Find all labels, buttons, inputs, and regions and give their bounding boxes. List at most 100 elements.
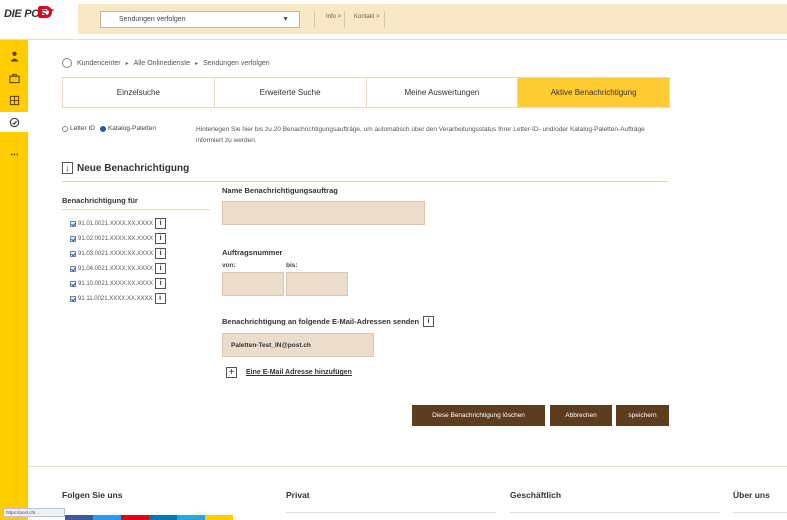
xing-icon[interactable]: [177, 515, 205, 520]
checkbox[interactable]: [70, 280, 76, 287]
post-logo[interactable]: DIE POST: [4, 6, 56, 34]
checkbox[interactable]: [70, 295, 76, 302]
new-notification-header[interactable]: ↓ Neue Benachrichtigung: [62, 160, 668, 182]
tab-bar: Einzelsuche Erweiterte Suche Meine Auswe…: [62, 77, 670, 108]
plus-icon[interactable]: +: [226, 367, 237, 378]
sidebar-item-tools[interactable]: [0, 90, 28, 110]
order-number-label: Auftragsnummer: [222, 248, 283, 257]
arrow-down-icon: ↓: [62, 162, 73, 174]
post-icon[interactable]: [205, 515, 233, 520]
save-button[interactable]: speichern: [616, 405, 669, 426]
checkbox[interactable]: [70, 235, 76, 242]
service-select[interactable]: Sendungen verfolgen ▼: [100, 11, 300, 28]
tab-meine-auswertungen[interactable]: Meine Auswertungen: [366, 78, 519, 107]
list-item: 91.11.0021.XXXX.XX.XXXX i: [70, 291, 166, 306]
social-color-bars: [65, 515, 233, 520]
info-icon[interactable]: i: [155, 218, 167, 229]
info-icon[interactable]: i: [155, 263, 167, 274]
tab-aktive-benachrichtigung[interactable]: Aktive Benachrichtigung: [518, 78, 669, 107]
breadcrumb-item-onlinedienste[interactable]: Alle Onlinedienste: [134, 60, 190, 67]
chevron-right-icon: ▸: [125, 60, 129, 67]
footer-divider: [28, 466, 787, 467]
name-label: Name Benachrichtigungsauftrag: [222, 186, 338, 195]
divider: [286, 512, 496, 513]
grid-icon: [9, 95, 19, 105]
from-input[interactable]: [222, 272, 284, 296]
list-item: 91.04.0021.XXXX.XX.XXXX i: [70, 261, 167, 276]
delete-notification-button[interactable]: Diese Benachrichtigung löschen: [412, 405, 545, 426]
twitter-icon[interactable]: [93, 515, 121, 520]
footer-follow-heading: Folgen Sie uns: [62, 490, 123, 500]
info-icon[interactable]: i: [155, 278, 167, 289]
tab-einzelsuche[interactable]: Einzelsuche: [63, 78, 215, 107]
letter-id-label: 91.03.0021.XXXX.XX.XXXX: [78, 250, 154, 257]
divider: [344, 11, 345, 28]
add-email-link[interactable]: Eine E-Mail Adresse hinzufügen: [246, 369, 352, 376]
checkbox[interactable]: [70, 265, 76, 272]
sidebar-item-tracking[interactable]: [0, 112, 28, 132]
radio-letter-id-label: Letter ID: [70, 125, 95, 132]
letter-id-label: 91.11.0021.XXXX.XX.XXXX: [78, 295, 153, 302]
top-bar: DIE POST Sendungen verfolgen ▼ Info > Ko…: [0, 0, 787, 40]
cancel-button[interactable]: Abbrechen: [550, 405, 612, 426]
more-icon: [10, 153, 18, 155]
info-icon[interactable]: i: [155, 233, 167, 244]
radio-katalog[interactable]: [99, 125, 106, 132]
chevron-right-icon: ▸: [195, 60, 199, 67]
to-input[interactable]: [286, 272, 348, 296]
footer-about-heading: Über uns: [733, 490, 770, 500]
info-link[interactable]: Info >: [326, 14, 341, 20]
letter-id-label: 91.02.0021.XXXX.XX.XXXX: [78, 235, 154, 242]
breadcrumb-item-kundencenter[interactable]: Kundencenter: [77, 60, 121, 67]
divider: [384, 11, 385, 28]
info-text: Hinterlegen Sie hier bis zu 20 Benachric…: [196, 126, 645, 144]
from-label: von:: [222, 262, 236, 269]
checkbox[interactable]: [70, 250, 76, 257]
list-item: 91.01.0021.XXXX.XX.XXXX i: [70, 216, 167, 231]
breadcrumb: Kundencenter ▸ Alle Onlinedienste ▸ Send…: [62, 58, 270, 68]
divider: [733, 512, 787, 513]
user-icon: [9, 51, 19, 62]
left-sidebar: [0, 40, 28, 520]
sidebar-item-user[interactable]: [0, 46, 28, 66]
linkedin-icon[interactable]: [149, 515, 177, 520]
tracking-icon: [9, 117, 19, 127]
name-input[interactable]: [222, 201, 425, 225]
letter-id-label: 91.01.0021.XXXX.XX.XXXX: [78, 220, 154, 227]
radio-katalog-label: Katalog-Paletten: [107, 125, 156, 132]
divider: [62, 209, 210, 210]
sidebar-item-business[interactable]: [0, 68, 28, 88]
email-input-value: Paletten-Test_IN@post.ch: [231, 342, 311, 349]
divider: [510, 512, 720, 513]
info-icon[interactable]: i: [423, 316, 435, 327]
letter-id-label: 91.10.0021.XXXX.XX.XXXX: [78, 280, 154, 287]
kontakt-link[interactable]: Kontakt >: [354, 14, 380, 20]
to-label: bis:: [286, 262, 298, 269]
letter-id-list: 91.01.0021.XXXX.XX.XXXX i 91.02.0021.XXX…: [70, 216, 167, 306]
list-item: 91.10.0021.XXXX.XX.XXXX i: [70, 276, 167, 291]
tab-erweiterte-suche[interactable]: Erweiterte Suche: [214, 78, 367, 107]
email-input[interactable]: Paletten-Test_IN@post.ch: [222, 333, 374, 357]
footer-business-heading: Geschäftlich: [510, 490, 562, 500]
list-item: 91.02.0021.XXXX.XX.XXXX i: [70, 231, 167, 246]
browser-status-bar: https://post.ch/...: [3, 508, 65, 517]
footer-private-heading: Privat: [286, 490, 310, 500]
radio-letter-id[interactable]: [62, 125, 68, 132]
notification-for-heading: Benachrichtigung für: [62, 196, 138, 205]
list-item: 91.03.0021.XXXX.XX.XXXX i: [70, 246, 167, 261]
email-label: Benachrichtigung an folgende E-Mail-Adre…: [222, 316, 435, 327]
type-options: Letter ID Katalog-Paletten: [62, 125, 156, 132]
facebook-icon[interactable]: [65, 515, 93, 520]
sidebar-item-more[interactable]: [0, 144, 28, 164]
checkbox[interactable]: [70, 220, 76, 227]
section-title: Neue Benachrichtigung: [77, 163, 190, 174]
chevron-down-icon: ▼: [282, 16, 289, 23]
service-nav: Sendungen verfolgen ▼ Info > Kontakt >: [78, 4, 787, 34]
email-label-text: Benachrichtigung an folgende E-Mail-Adre…: [222, 317, 420, 326]
breadcrumb-item-current: Sendungen verfolgen: [203, 59, 270, 67]
youtube-icon[interactable]: [121, 515, 149, 520]
tracking-icon: [62, 58, 72, 68]
info-icon[interactable]: i: [154, 293, 166, 304]
divider: [314, 11, 315, 28]
info-icon[interactable]: i: [155, 248, 167, 259]
